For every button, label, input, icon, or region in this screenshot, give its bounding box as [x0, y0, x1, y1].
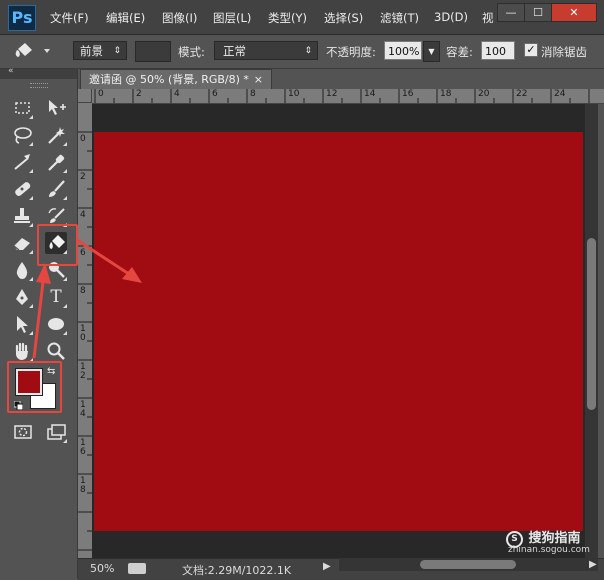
watermark-brand: 搜狗指南 — [528, 531, 581, 546]
watermark-url: zhinan.sogou.com — [508, 545, 590, 555]
arrow-to-canvas-icon — [76, 238, 142, 283]
arrow-up-to-bucket-icon — [32, 263, 51, 359]
annotation-arrows — [32, 238, 142, 359]
